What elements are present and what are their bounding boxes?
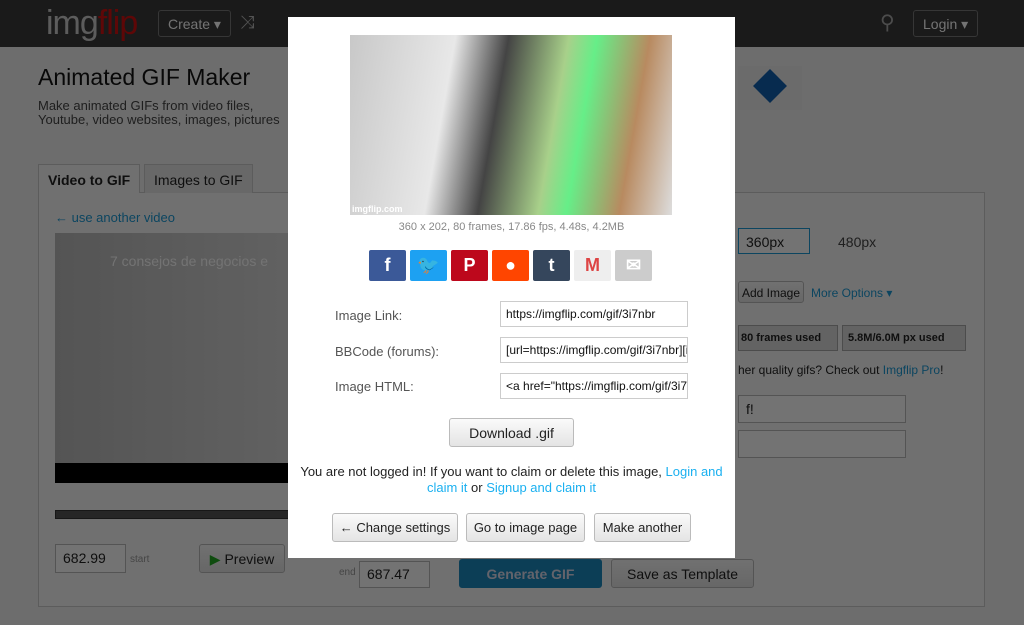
tumblr-icon: t	[548, 255, 555, 275]
email-icon: ✉	[625, 255, 642, 275]
start-time-input[interactable]: 682.99	[55, 544, 126, 573]
tab-images-to-gif[interactable]: Images to GIF	[144, 164, 253, 193]
preview-button[interactable]: ▶ Preview	[199, 544, 285, 573]
gif-result-modal: imgflip.com 360 x 202, 80 frames, 17.86 …	[288, 17, 735, 558]
frames-used-meter: 80 frames used	[738, 325, 838, 351]
share-reddit-button[interactable]: ●	[492, 250, 529, 281]
share-facebook-button[interactable]: f	[369, 250, 406, 281]
create-menu-button[interactable]: Create ▾	[158, 10, 231, 37]
size-480-option[interactable]: 480px	[838, 234, 876, 250]
bbcode-input[interactable]: [url=https://imgflip.com/gif/3i7nbr][img…	[500, 337, 688, 363]
shuffle-icon[interactable]: ⤨	[240, 12, 254, 33]
pro-promo: her quality gifs? Check out Imgflip Pro!	[738, 363, 944, 377]
make-another-button[interactable]: Make another	[594, 513, 691, 542]
twitter-icon: 🐦	[417, 255, 440, 275]
image-html-input[interactable]: <a href="https://imgflip.com/gif/3i7nbr"…	[500, 373, 688, 399]
use-another-video-link[interactable]: ← use another video	[55, 210, 175, 225]
page-subtitle: Make animated GIFs from video files, You…	[38, 98, 280, 127]
video-title: 7 consejos de negocios e	[110, 253, 268, 269]
caption-input[interactable]: f!	[738, 395, 906, 423]
save-as-template-button[interactable]: Save as Template	[611, 559, 754, 588]
share-pinterest-button[interactable]: P	[451, 250, 488, 281]
signup-claim-link[interactable]: Signup and claim it	[486, 480, 596, 495]
watermark: imgflip.com	[352, 204, 403, 214]
start-label: start	[130, 554, 150, 565]
go-to-image-page-button[interactable]: Go to image page	[466, 513, 585, 542]
logo[interactable]: imgflip	[46, 4, 138, 43]
play-icon: ▶	[209, 551, 221, 567]
image-link-input[interactable]: https://imgflip.com/gif/3i7nbr	[500, 301, 688, 327]
bbcode-label: BBCode (forums):	[335, 344, 440, 359]
size-360-option[interactable]: 360px	[738, 228, 810, 254]
page-title: Animated GIF Maker	[38, 64, 251, 90]
caption-input-2[interactable]	[738, 430, 906, 458]
change-settings-button[interactable]: ← Change settings	[332, 513, 458, 542]
share-gmail-button[interactable]: M	[574, 250, 611, 281]
imgflip-pro-link[interactable]: Imgflip Pro	[883, 363, 940, 377]
end-time-input[interactable]: 687.47	[359, 561, 430, 588]
generate-gif-button[interactable]: Generate GIF	[459, 559, 602, 588]
share-tumblr-button[interactable]: t	[533, 250, 570, 281]
pinterest-icon: P	[463, 255, 476, 275]
gmail-icon: M	[585, 255, 600, 275]
add-image-button[interactable]: Add Image	[738, 281, 804, 303]
directions-icon	[753, 69, 787, 103]
search-icon[interactable]: ⚲	[880, 10, 895, 35]
pixels-used-meter: 5.8M/6.0M px used	[842, 325, 966, 351]
more-options-link[interactable]: More Options ▾	[811, 286, 892, 300]
tab-video-to-gif[interactable]: Video to GIF	[38, 164, 141, 193]
ad-box[interactable]	[738, 66, 802, 110]
download-gif-button[interactable]: Download .gif	[449, 418, 574, 447]
share-twitter-button[interactable]: 🐦	[410, 250, 447, 281]
image-html-label: Image HTML:	[335, 379, 414, 394]
reddit-icon: ●	[505, 255, 516, 275]
image-link-label: Image Link:	[335, 308, 403, 323]
end-label: end	[339, 567, 356, 578]
share-email-button[interactable]: ✉	[615, 250, 652, 281]
login-note: You are not logged in! If you want to cl…	[300, 464, 723, 495]
gif-metadata: 360 x 202, 80 frames, 17.86 fps, 4.48s, …	[398, 221, 625, 233]
generated-gif-preview: imgflip.com	[350, 35, 672, 215]
login-button[interactable]: Login ▾	[913, 10, 979, 37]
facebook-icon: f	[384, 255, 391, 275]
